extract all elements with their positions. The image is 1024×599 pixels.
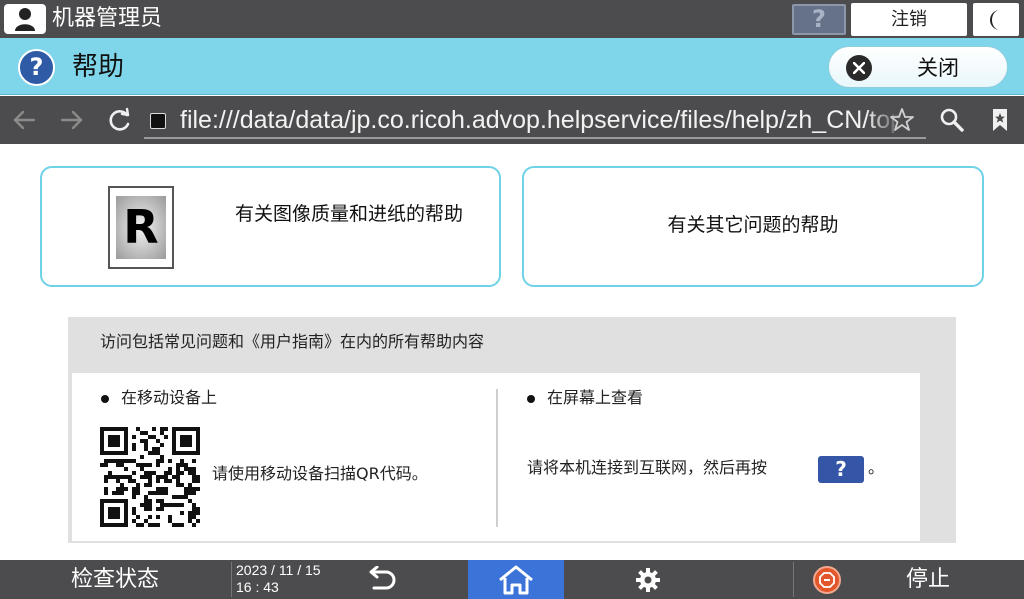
moon-icon (990, 10, 1000, 30)
sentence-period: 。 (868, 458, 885, 477)
energy-saver-button[interactable] (973, 3, 1019, 36)
help-circle-icon: ? (18, 49, 55, 86)
page-icon (150, 113, 166, 129)
r-letter: R (123, 200, 159, 254)
search-icon[interactable] (938, 106, 966, 134)
time: 16 : 43 (236, 579, 279, 595)
home-button[interactable] (468, 560, 564, 599)
close-label: 关闭 (917, 56, 959, 80)
close-icon (846, 55, 872, 81)
page-title: 帮助 (72, 52, 125, 82)
qr-instruction: 请使用移动设备扫描QR代码。 (212, 464, 428, 483)
logout-button[interactable]: 注销 (851, 3, 967, 36)
screen-section-title: 在屏幕上查看 (547, 388, 644, 407)
url-text: file:///data/data/jp.co.ricoh.advop.help… (180, 106, 926, 134)
check-status-button[interactable]: 检查状态 (0, 560, 230, 599)
date: 2023 / 11 / 15 (236, 562, 321, 578)
help-options: 在移动设备上 请使用移动设备扫描QR代码。 在屏幕上查看 请将本机连接到互联网，… (72, 373, 920, 541)
qr-code-icon (100, 427, 200, 527)
help-question-icon: ? (818, 456, 864, 483)
all-help-panel: 访问包括常见问题和《用户指南》在内的所有帮助内容 在移动设备上 请使用移动设备扫… (68, 317, 956, 543)
other-issues-help-label: 有关其它问题的帮助 (667, 214, 839, 236)
user-name: 机器管理员 (52, 6, 163, 31)
url-field[interactable]: file:///data/data/jp.co.ricoh.advop.help… (144, 100, 926, 139)
stop-icon[interactable] (813, 566, 841, 594)
mobile-section-title: 在移动设备上 (121, 388, 218, 407)
other-issues-help-card[interactable]: 有关其它问题的帮助 (522, 166, 984, 287)
browser-toolbar: file:///data/data/jp.co.ricoh.advop.help… (0, 96, 1024, 144)
reload-icon[interactable] (106, 106, 134, 134)
close-button[interactable]: 关闭 (828, 46, 1008, 88)
back-arrow-icon[interactable] (10, 106, 38, 134)
bullet-icon (101, 395, 109, 403)
bookmarks-icon[interactable] (986, 106, 1014, 134)
panel-title: 访问包括常见问题和《用户指南》在内的所有帮助内容 (100, 332, 485, 351)
stop-button[interactable]: 停止 (906, 560, 950, 599)
user-icon[interactable] (4, 4, 46, 34)
connect-instruction: 请将本机连接到互联网，然后再按 (527, 458, 768, 477)
image-quality-help-label: 有关图像质量和进纸的帮助 (235, 203, 464, 225)
top-status-bar: 机器管理员 ? 注销 (0, 0, 1024, 38)
date-time: 2023 / 11 / 15 16 : 43 (236, 562, 321, 596)
image-quality-help-card[interactable]: R 有关图像质量和进纸的帮助 (40, 166, 501, 287)
forward-arrow-icon[interactable] (58, 106, 86, 134)
bullet-icon (527, 395, 535, 403)
star-icon[interactable] (888, 106, 916, 134)
help-button[interactable]: ? (792, 4, 846, 35)
return-icon[interactable] (362, 566, 398, 594)
image-quality-icon: R (108, 186, 174, 269)
home-icon (499, 565, 533, 595)
gear-icon[interactable] (635, 567, 661, 593)
bottom-system-bar: 检查状态 2023 / 11 / 15 16 : 43 停止 (0, 560, 1024, 599)
divider (496, 389, 498, 527)
help-header: ? 帮助 关闭 (0, 38, 1024, 95)
